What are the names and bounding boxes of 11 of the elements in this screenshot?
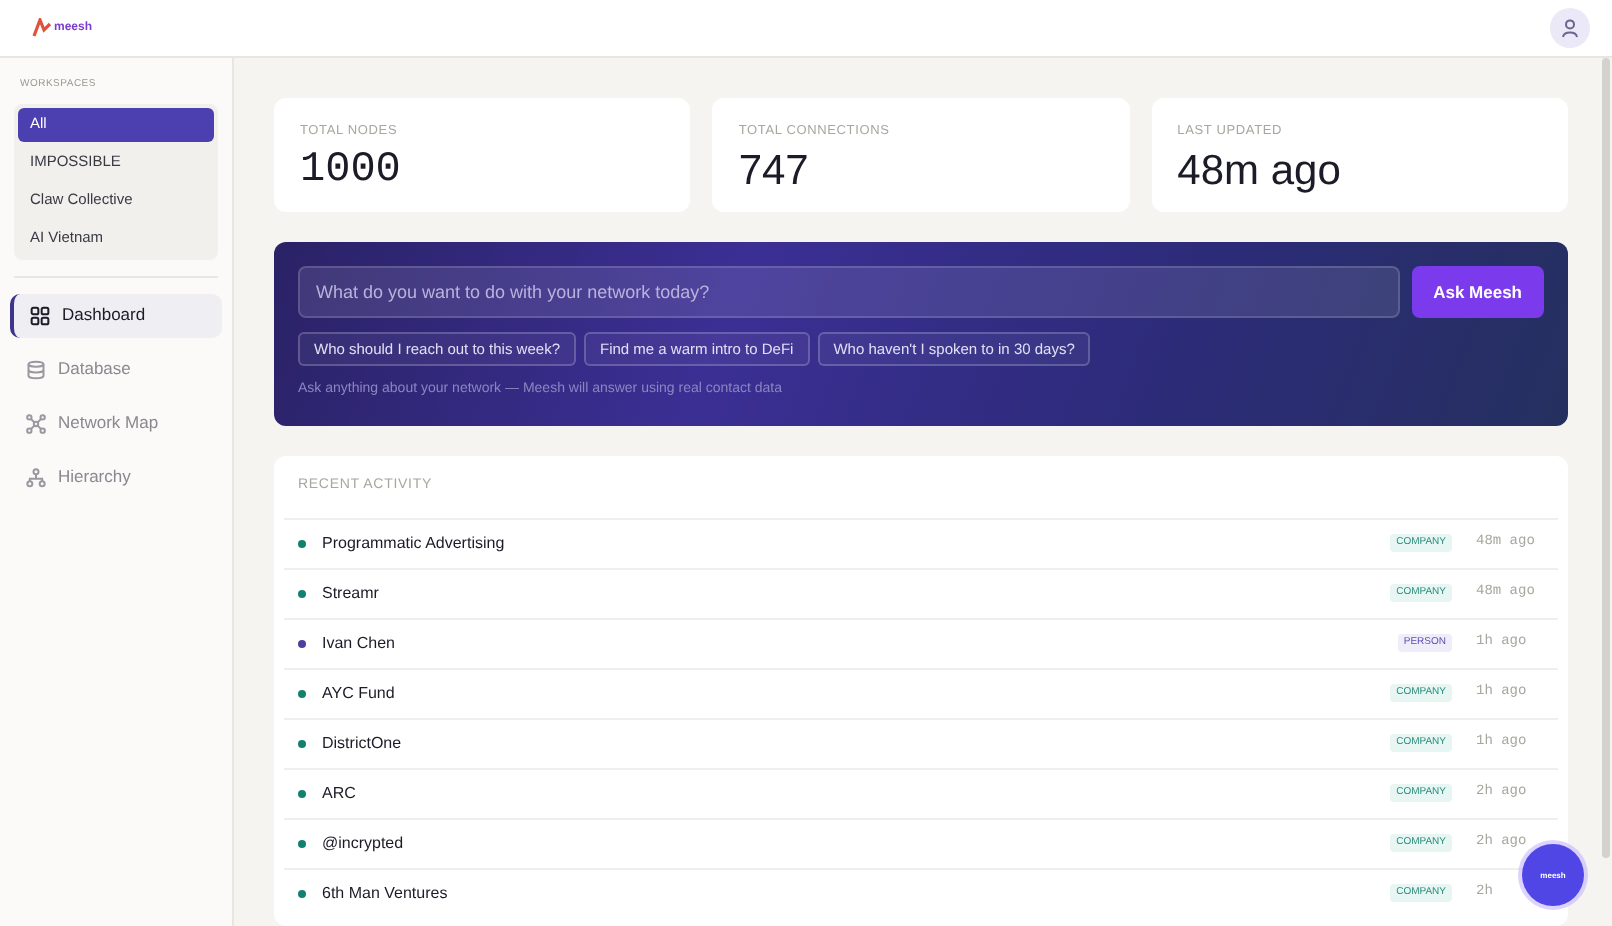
activity-name: ARC <box>322 781 358 805</box>
activity-name: Ivan Chen <box>322 631 397 655</box>
activity-name: DistrictOne <box>322 731 404 755</box>
activity-name: AYC Fund <box>322 681 397 705</box>
activity-name: @incrypted <box>322 831 406 855</box>
activity-name: Programmatic Advertising <box>322 531 507 555</box>
activity-name: 6th Man Ventures <box>322 881 450 905</box>
stat-value: 1000 <box>300 145 403 198</box>
activity-name: Streamr <box>322 581 381 605</box>
stat-value: 747 <box>738 145 811 198</box>
stat-value: 48m ago <box>1177 145 1343 198</box>
